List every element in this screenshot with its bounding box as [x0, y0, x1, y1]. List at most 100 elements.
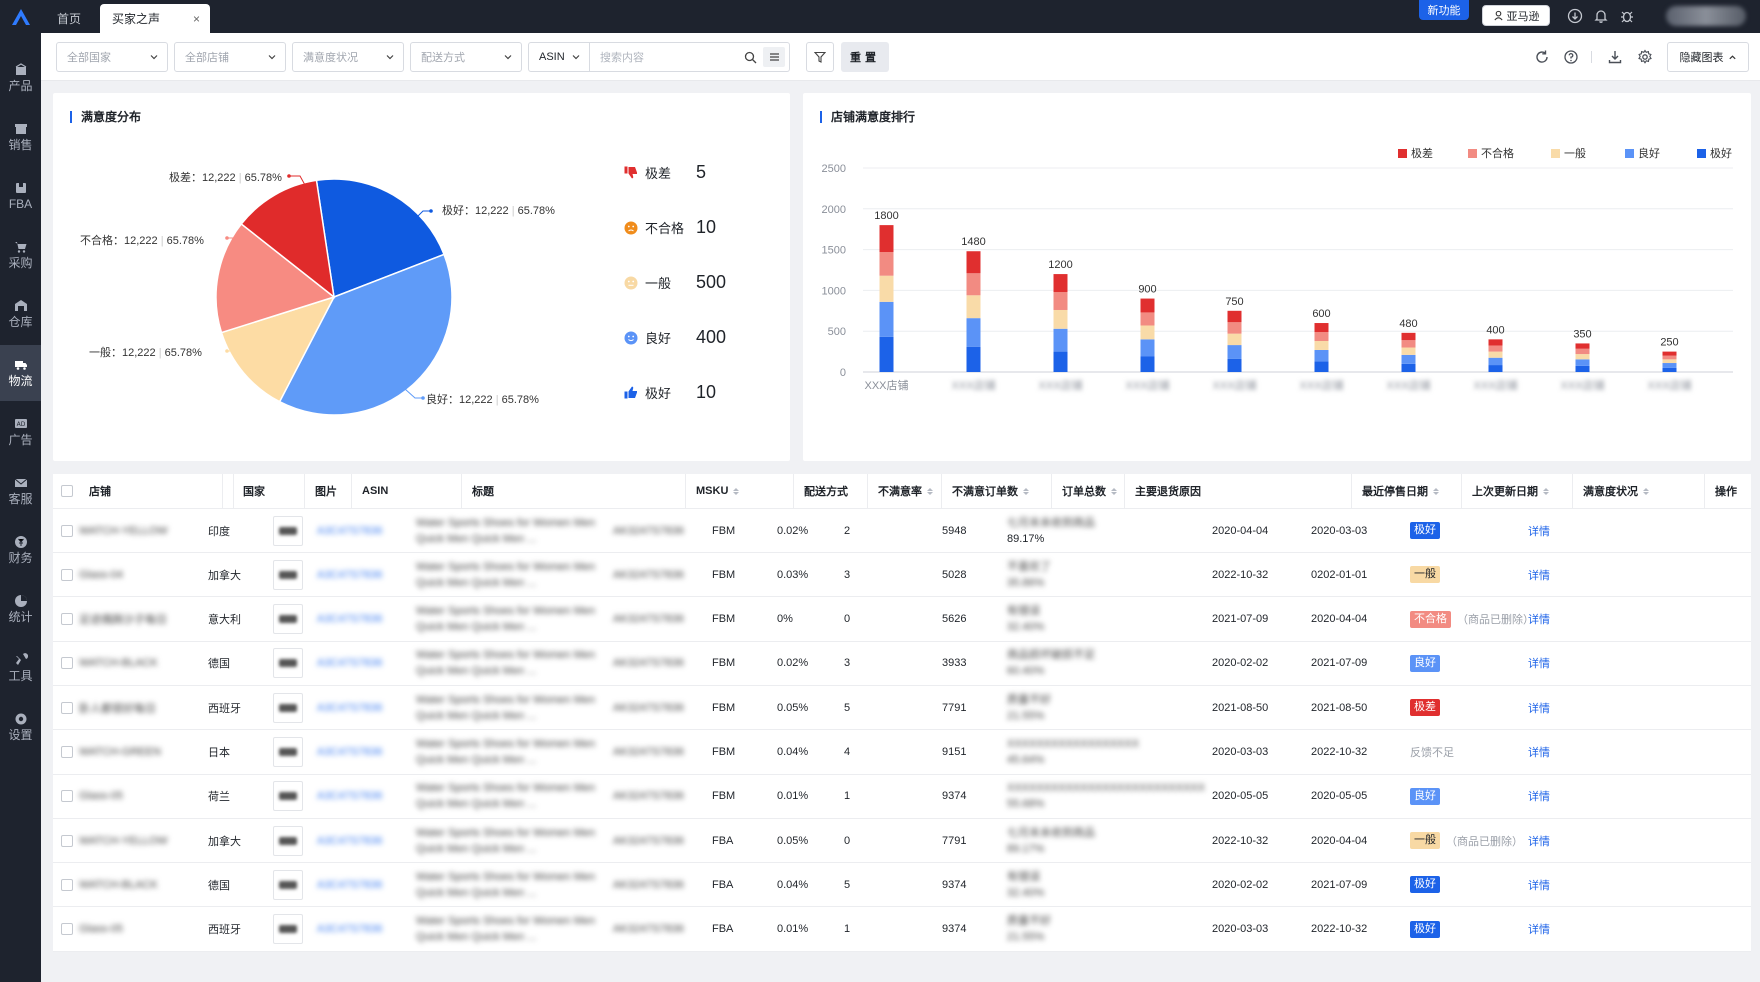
bar-segment[interactable]: [879, 225, 894, 253]
sort-icon[interactable]: [1643, 487, 1649, 495]
export-icon[interactable]: [1607, 49, 1623, 65]
table-row[interactable]: WATCH-BLACK 德国 A3C47S7836 Water Sports S…: [53, 863, 1751, 908]
detail-link[interactable]: 详情: [1528, 833, 1550, 849]
th-last-stop[interactable]: 最近停售日期: [1352, 474, 1462, 508]
bar-segment[interactable]: [1662, 359, 1677, 364]
cell-image[interactable]: [273, 509, 303, 552]
bar-segment[interactable]: [1053, 351, 1068, 372]
shipping-select[interactable]: 配送方式: [410, 42, 522, 72]
th-msku[interactable]: MSKU: [686, 474, 794, 508]
product-thumbnail[interactable]: [273, 914, 303, 945]
cell-action[interactable]: 详情: [1528, 819, 1550, 862]
cell-image[interactable]: [273, 775, 303, 818]
table-row[interactable]: Glass-04 加拿大 A3C47S7836 Water Sports Sho…: [53, 553, 1751, 598]
bar-segment[interactable]: [1053, 328, 1068, 352]
cell-action[interactable]: 详情: [1528, 863, 1550, 906]
product-thumbnail[interactable]: [273, 559, 303, 590]
bar-segment[interactable]: [1227, 310, 1242, 323]
detail-link[interactable]: 详情: [1528, 655, 1550, 671]
bar-segment[interactable]: [879, 336, 894, 372]
bar-segment[interactable]: [966, 318, 981, 347]
bar-segment[interactable]: [1140, 339, 1155, 357]
sidebar-item-5[interactable]: 物流: [0, 345, 41, 401]
row-checkbox[interactable]: [53, 686, 81, 729]
cell-asin[interactable]: A3C47S7836: [317, 598, 382, 641]
table-row[interactable]: Glass-05 西班牙 A3C47S7836 Water Sports Sho…: [53, 908, 1751, 952]
asin-link[interactable]: A3C47S7836: [317, 835, 382, 847]
th-unsat-rate[interactable]: 不满意率: [868, 474, 942, 508]
cell-action[interactable]: 详情: [1528, 553, 1550, 596]
th-orders[interactable]: 订单总数: [1052, 474, 1125, 508]
bar-segment[interactable]: [1401, 340, 1416, 348]
bar-segment[interactable]: [879, 275, 894, 302]
sidebar-item-4[interactable]: 仓库: [0, 286, 41, 342]
new-feature-badge[interactable]: 新功能: [1419, 0, 1469, 20]
settings-icon[interactable]: [1637, 49, 1653, 65]
detail-link[interactable]: 详情: [1528, 921, 1550, 937]
app-logo[interactable]: [0, 0, 41, 33]
sidebar-item-7[interactable]: 客服: [0, 463, 41, 519]
row-checkbox[interactable]: [53, 775, 81, 818]
product-thumbnail[interactable]: [273, 515, 303, 546]
asin-link[interactable]: A3C47S7836: [317, 879, 382, 891]
product-thumbnail[interactable]: [273, 825, 303, 856]
product-thumbnail[interactable]: [273, 692, 303, 723]
row-checkbox[interactable]: [53, 819, 81, 862]
sidebar-item-10[interactable]: 工具: [0, 640, 41, 696]
sidebar-item-11[interactable]: 设置: [0, 699, 41, 755]
sidebar-item-6[interactable]: AD 广告: [0, 404, 41, 460]
cell-asin[interactable]: A3C47S7836: [317, 553, 382, 596]
help-icon[interactable]: [1563, 49, 1579, 65]
detail-link[interactable]: 详情: [1528, 523, 1550, 539]
cell-action[interactable]: 详情: [1528, 731, 1550, 774]
product-thumbnail[interactable]: [273, 648, 303, 679]
bar-segment[interactable]: [1140, 356, 1155, 372]
table-row[interactable]: 足迹偶蹄沙子每日 意大利 A3C47S7836 Water Sports Sho…: [53, 598, 1751, 642]
cell-asin[interactable]: A3C47S7836: [317, 908, 382, 951]
bar-segment[interactable]: [1227, 333, 1242, 346]
bar-segment[interactable]: [1662, 351, 1677, 356]
bar-segment[interactable]: [1227, 345, 1242, 359]
bar-segment[interactable]: [1488, 351, 1503, 358]
bar-segment[interactable]: [1401, 354, 1416, 364]
sort-icon[interactable]: [1433, 487, 1439, 495]
sidebar-item-8[interactable]: 财务: [0, 522, 41, 578]
sort-icon[interactable]: [1543, 487, 1549, 495]
select-all-checkbox[interactable]: [53, 474, 81, 508]
bar-segment[interactable]: [1314, 323, 1329, 333]
asin-link[interactable]: A3C47S7836: [317, 702, 382, 714]
tab-voice-of-buyer[interactable]: 买家之声 ×: [100, 4, 210, 33]
bar-segment[interactable]: [1053, 309, 1068, 329]
asin-link[interactable]: A3C47S7836: [317, 613, 382, 625]
table-row[interactable]: WATCH-BLACK 德国 A3C47S7836 Water Sports S…: [53, 642, 1751, 686]
sort-icon[interactable]: [1111, 487, 1117, 495]
cell-action[interactable]: 详情: [1528, 686, 1550, 729]
refresh-icon[interactable]: [1534, 49, 1550, 65]
bar-segment[interactable]: [1488, 357, 1503, 366]
bar-segment[interactable]: [1488, 345, 1503, 352]
sort-icon[interactable]: [1023, 487, 1029, 495]
bar-segment[interactable]: [1140, 325, 1155, 340]
cell-image[interactable]: [273, 863, 303, 906]
row-checkbox[interactable]: [53, 731, 81, 774]
asin-link[interactable]: A3C47S7836: [317, 525, 382, 537]
row-checkbox[interactable]: [53, 908, 81, 951]
bar-segment[interactable]: [1053, 292, 1068, 310]
bar-segment[interactable]: [1314, 340, 1329, 350]
bar-segment[interactable]: [1575, 359, 1590, 366]
cell-asin[interactable]: A3C47S7836: [317, 819, 382, 862]
bar-segment[interactable]: [1227, 358, 1242, 372]
th-last-update[interactable]: 上次更新日期: [1462, 474, 1573, 508]
bar-segment[interactable]: [1140, 298, 1155, 313]
asin-link[interactable]: A3C47S7836: [317, 790, 382, 802]
search-icon[interactable]: [744, 51, 757, 64]
bar-segment[interactable]: [1488, 365, 1503, 372]
cell-image[interactable]: [273, 553, 303, 596]
user-avatar[interactable]: [1666, 6, 1746, 26]
bar-segment[interactable]: [966, 295, 981, 319]
product-thumbnail[interactable]: [273, 869, 303, 900]
detail-link[interactable]: 详情: [1528, 788, 1550, 804]
bug-icon[interactable]: [1619, 8, 1635, 24]
sidebar-item-0[interactable]: 产品: [0, 50, 41, 106]
cell-image[interactable]: [273, 686, 303, 729]
